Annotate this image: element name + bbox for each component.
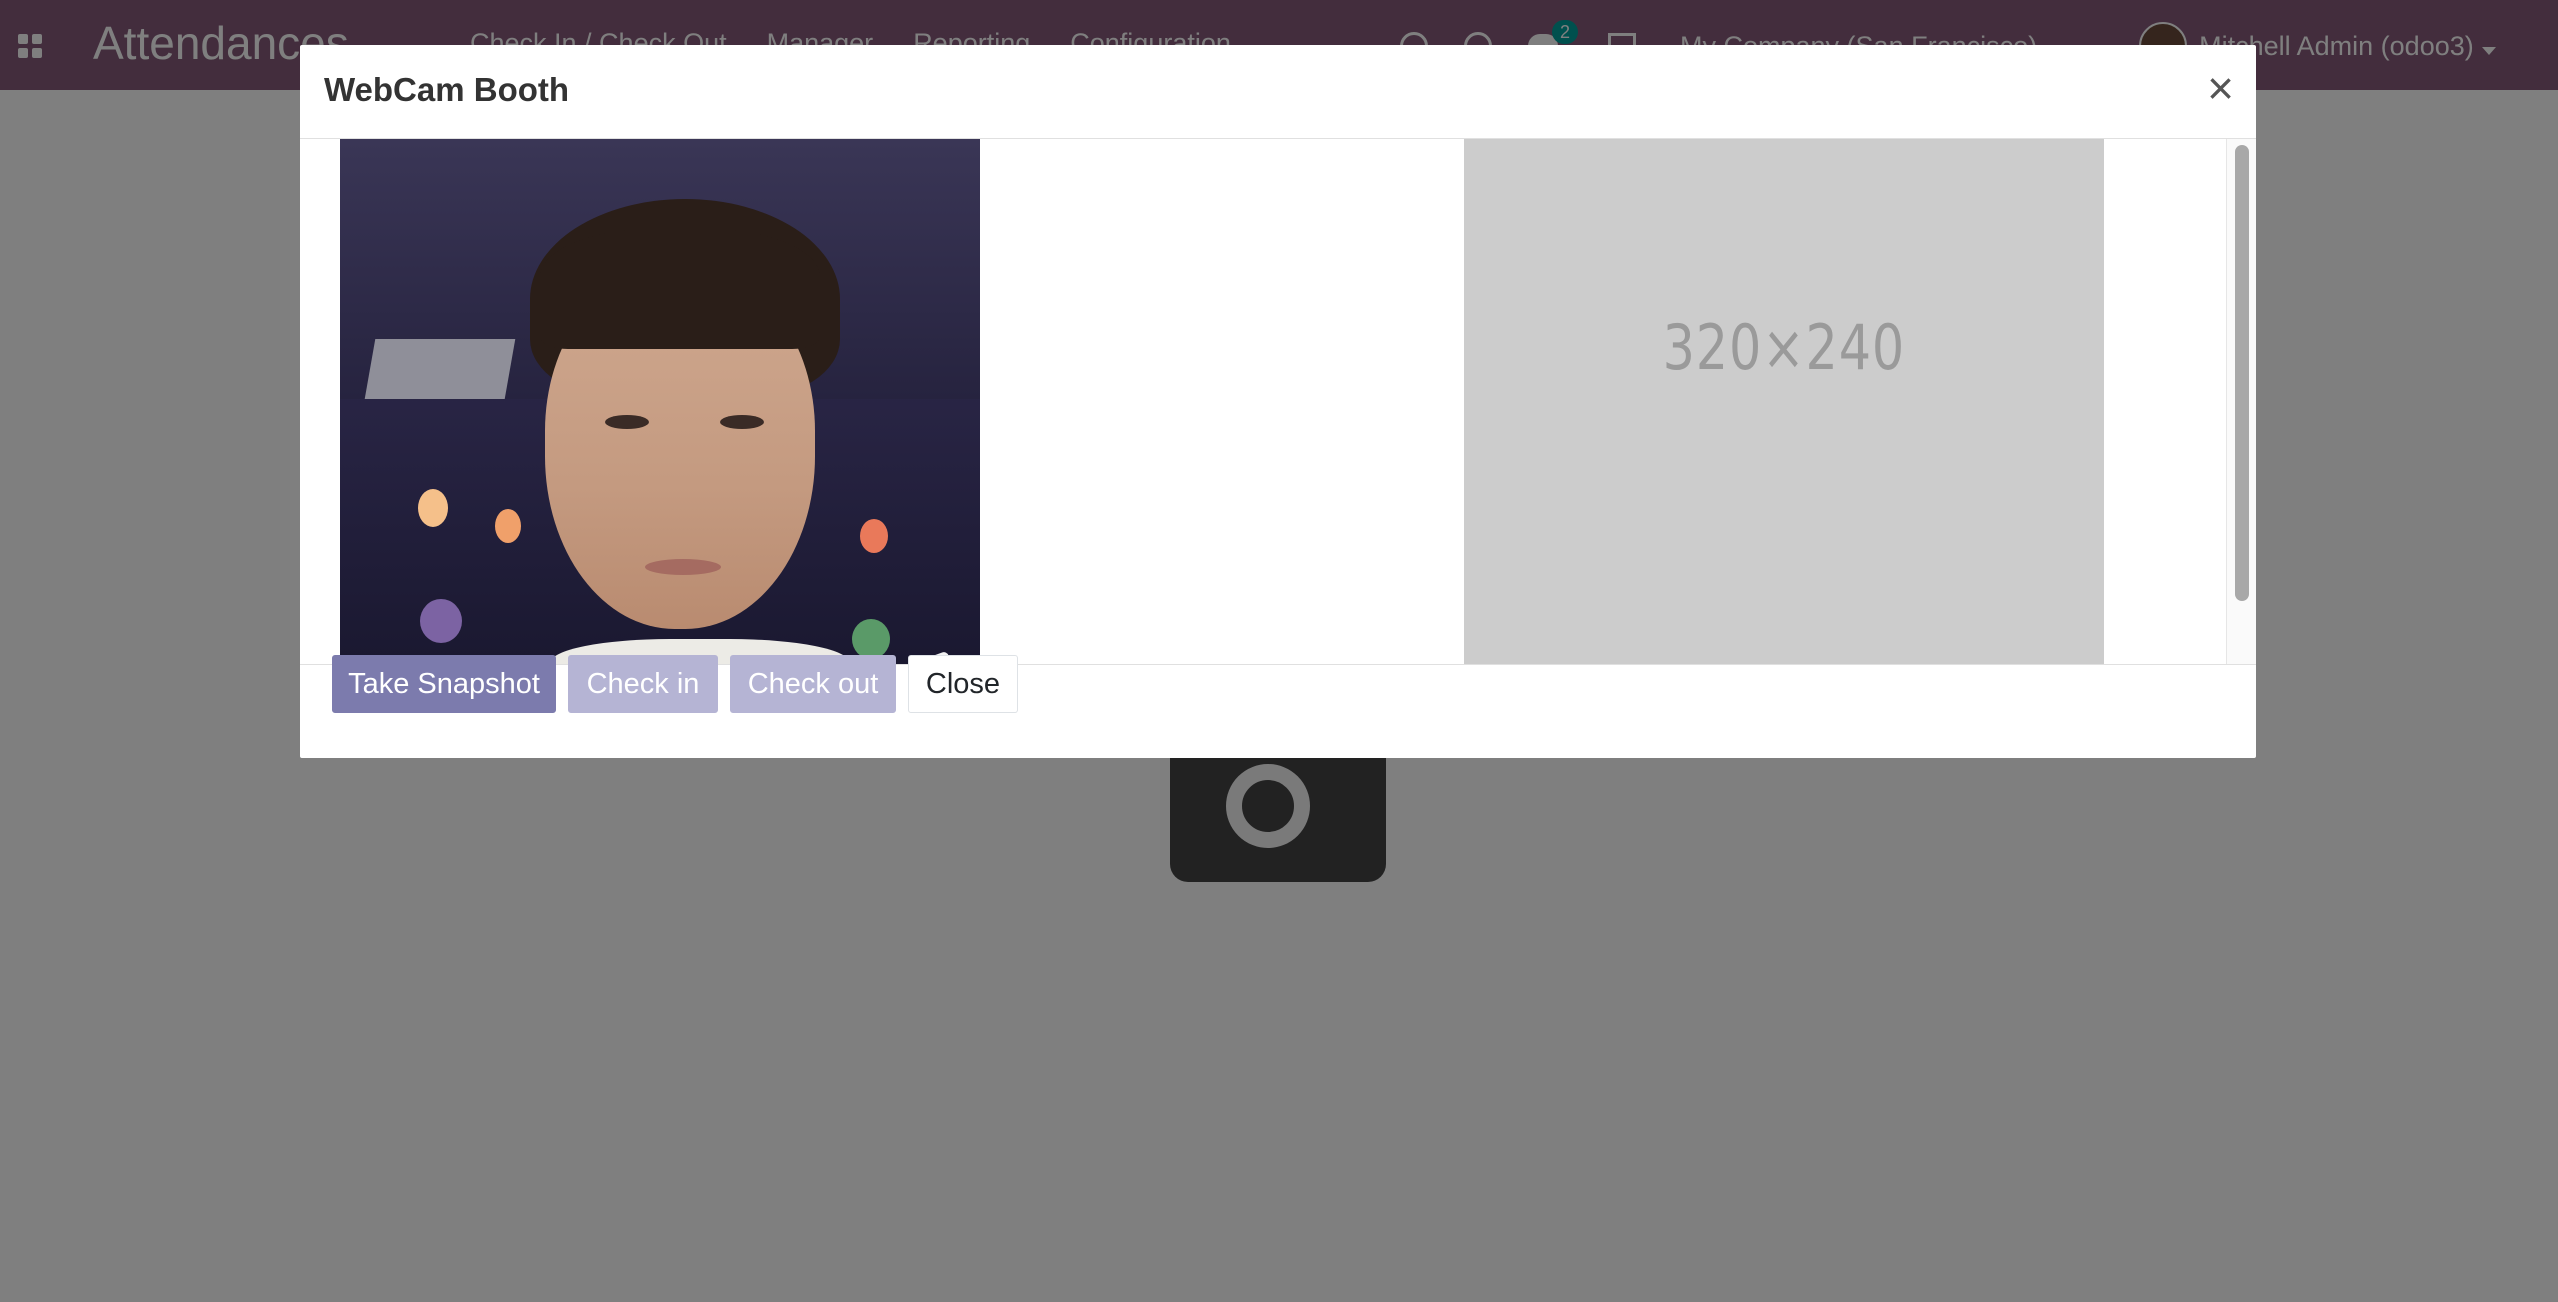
check-out-button[interactable]: Check out: [730, 655, 896, 713]
webcam-lantern: [418, 489, 448, 527]
close-icon[interactable]: ×: [2207, 65, 2234, 111]
snapshot-placeholder: 320×240: [1464, 139, 2104, 664]
dialog-scrollbar[interactable]: [2226, 139, 2256, 664]
webcam-lantern: [852, 619, 890, 659]
webcam-person-eye: [605, 415, 649, 429]
webcam-live-view: [340, 139, 980, 664]
webcam-dialog: WebCam Booth × 320×240 Take Snapshot Che…: [300, 45, 2256, 758]
webcam-lantern: [860, 519, 888, 553]
webcam-person-mouth: [645, 559, 721, 575]
webcam-lantern: [495, 509, 521, 543]
check-in-button[interactable]: Check in: [568, 655, 718, 713]
dialog-header: WebCam Booth ×: [300, 45, 2256, 139]
take-snapshot-button[interactable]: Take Snapshot: [332, 655, 556, 713]
webcam-lantern: [420, 599, 462, 643]
placeholder-label: 320×240: [1662, 310, 1906, 384]
dialog-title: WebCam Booth: [324, 71, 570, 108]
webcam-person-eye: [720, 415, 764, 429]
scrollbar-thumb[interactable]: [2235, 145, 2249, 601]
dialog-body: 320×240: [300, 139, 2256, 665]
webcam-person-fringe: [540, 229, 820, 349]
close-button[interactable]: Close: [908, 655, 1018, 713]
webcam-ceiling-unit: [364, 339, 516, 399]
